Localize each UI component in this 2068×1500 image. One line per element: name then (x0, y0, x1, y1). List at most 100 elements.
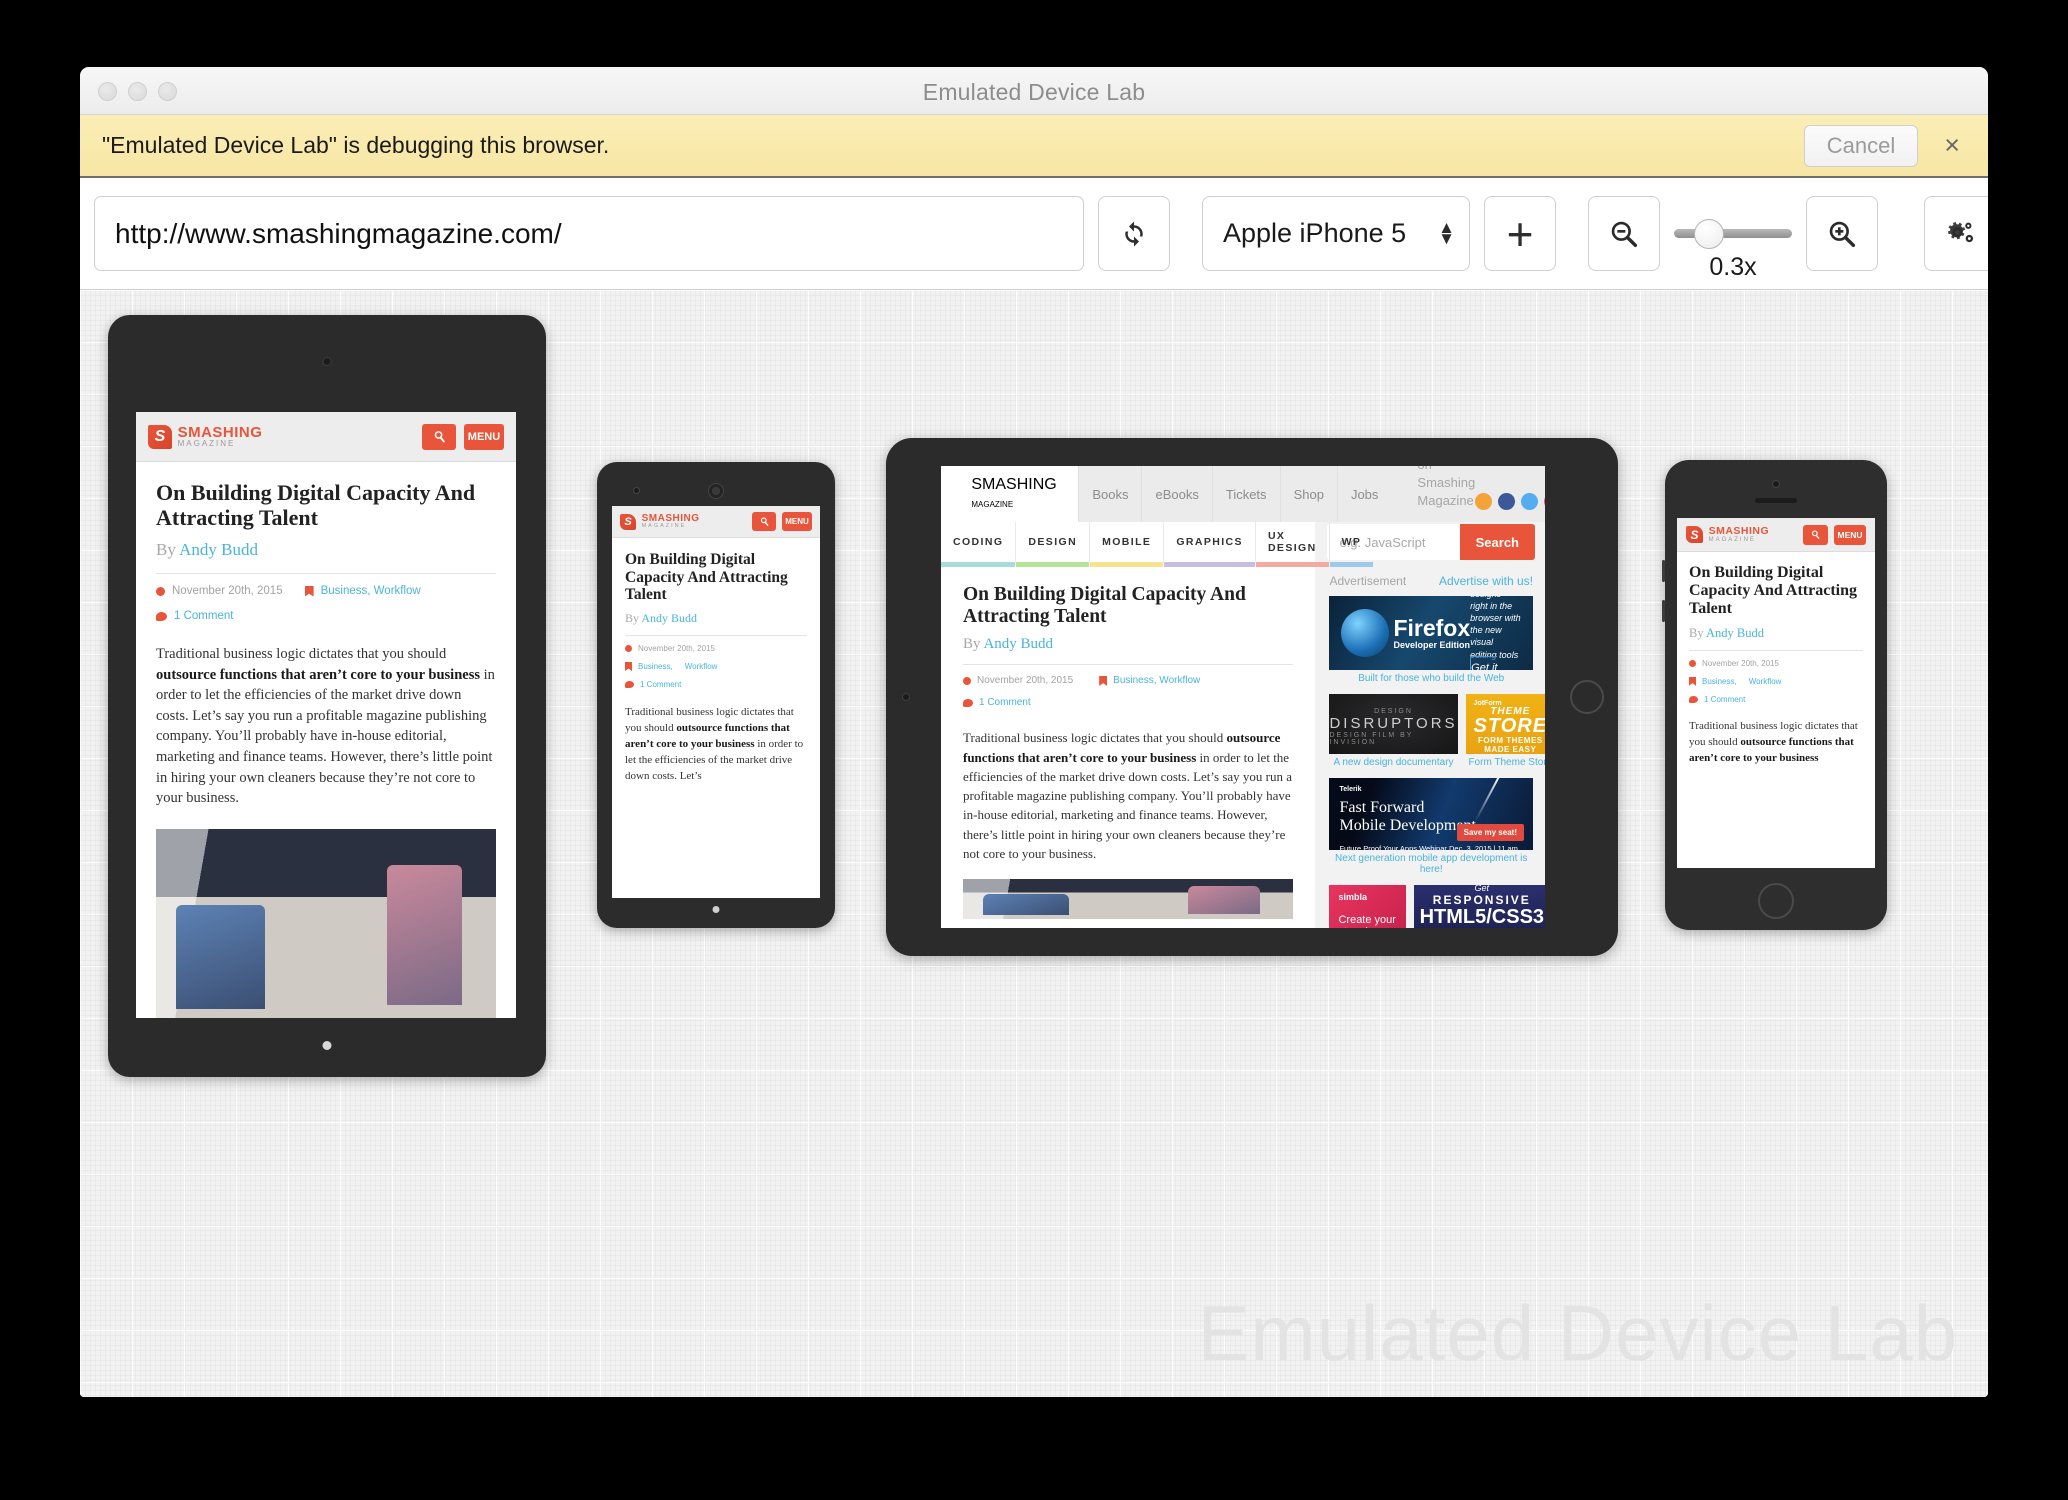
category-wp[interactable]: WP (1328, 522, 1374, 567)
site-logo[interactable]: SMASHING MAGAZINE (620, 513, 700, 530)
byline-author-link[interactable]: Andy Budd (179, 540, 258, 559)
site-logo[interactable]: SMASHING MAGAZINE (1686, 526, 1769, 543)
device-tablet-ipad-portrait[interactable]: SMASHING MAGAZINE Books eBooks Tickets S… (886, 438, 1618, 956)
device-screen[interactable]: SMASHING MAGAZINE MENU (136, 412, 516, 1018)
nav-item-shop[interactable]: Shop (1279, 466, 1337, 522)
device-volume-up-button[interactable] (1662, 600, 1665, 622)
article-category-2[interactable]: Workflow (1749, 677, 1782, 686)
device-home-button[interactable] (1758, 883, 1794, 919)
close-icon[interactable]: × (1938, 132, 1966, 159)
article-categories-text: Business, Workflow (320, 585, 421, 598)
site-logo[interactable]: SMASHING MAGAZINE (941, 466, 1079, 522)
nav-item-tickets[interactable]: Tickets (1211, 466, 1280, 522)
ad-firefox-caption[interactable]: Built for those who build the Web (1329, 673, 1533, 684)
paragraph-part-c: in order to let the efficiencies of the … (156, 666, 495, 807)
ad-telerik-fast-forward[interactable]: Telerik Fast Forward Mobile Development … (1329, 778, 1533, 850)
ad-jotform-theme-store[interactable]: JotForm THEME STORE FORM THEMES MADE EAS… (1465, 694, 1545, 754)
device-phone-iphone5-portrait[interactable]: SMASHING MAGAZINE MENU (1662, 460, 1887, 930)
ad-html5-css3-coded[interactable]: Get RESPONSIVE HTML5/CSS3 CODED BY PROS! (1413, 883, 1545, 928)
logo-word-magazine: MAGAZINE (177, 439, 236, 448)
site-search-button[interactable] (1803, 524, 1828, 545)
url-input[interactable]: http://www.smashingmagazine.com/ (94, 196, 1084, 271)
ad-telerik-cta[interactable]: Save my seat! (1456, 824, 1524, 841)
device-canvas[interactable]: SMASHING MAGAZINE MENU (80, 290, 1988, 1397)
category-ux-design[interactable]: UX DESIGN (1254, 522, 1329, 567)
advertise-with-us-link[interactable]: Advertise with us! (1439, 574, 1533, 588)
site-menu-button[interactable]: MENU (1834, 524, 1866, 545)
byline-author-link[interactable]: Andy Budd (641, 611, 697, 625)
settings-button[interactable] (1924, 196, 1988, 271)
comment-icon (625, 680, 634, 688)
category-underline (1255, 562, 1329, 567)
ad-firefox-copy: Perfect your designs right in the browse… (1470, 596, 1521, 660)
site-search-button[interactable] (752, 512, 776, 531)
ad-simbla-responsive[interactable]: simbla Create your stunning responsive w… (1329, 885, 1406, 928)
zoom-slider[interactable]: 0.3x (1674, 219, 1792, 281)
site-search-submit[interactable]: Search (1459, 524, 1535, 560)
zoom-out-button[interactable] (1588, 196, 1660, 271)
article-category-2[interactable]: Workflow (685, 662, 718, 671)
device-screen[interactable]: SMASHING MAGAZINE MENU (1677, 518, 1875, 868)
ad-telerik-brand: Telerik (1339, 786, 1362, 793)
ad-jotform-caption[interactable]: Form Theme Store (1466, 757, 1545, 768)
nav-item-ebooks[interactable]: eBooks (1141, 466, 1211, 522)
device-tablet-android-portrait[interactable]: SMASHING MAGAZINE MENU (108, 315, 546, 1077)
ad-disruptors-title: DISRUPTORS (1329, 714, 1458, 732)
site-menu-button[interactable]: MENU (464, 423, 504, 450)
article-categories[interactable]: Business, Workflow (304, 585, 421, 598)
facebook-icon[interactable] (1498, 493, 1516, 510)
article-comments[interactable]: 1 Comment (963, 697, 1031, 708)
article-comments-text: 1 Comment (979, 697, 1031, 709)
device-phone-android-portrait[interactable]: SMASHING MAGAZINE MENU (597, 462, 835, 928)
rss-icon[interactable] (1475, 493, 1493, 510)
article-comments[interactable]: 1 Comment (625, 680, 681, 689)
article-title: On Building Digital Capacity And Attract… (963, 584, 1246, 628)
smashing-cat-icon (148, 424, 172, 449)
article-categories[interactable]: Business, Workflow (1099, 675, 1200, 686)
ad-jotform-title-main: STORE (1473, 714, 1545, 737)
byline-author-link[interactable]: Andy Budd (1706, 626, 1764, 640)
ad-telerik-caption[interactable]: Next generation mobile app development i… (1329, 853, 1533, 875)
article-category-1[interactable]: Business, (1689, 676, 1737, 686)
device-side-button[interactable] (1662, 560, 1665, 582)
article-byline: By Andy Budd (156, 540, 496, 560)
device-select[interactable]: Apple iPhone 5 ▲ ▼ (1202, 196, 1470, 271)
category-design[interactable]: DESIGN (1015, 522, 1090, 567)
byline-author-link[interactable]: Andy Budd (983, 636, 1053, 652)
article-comments[interactable]: 1 Comment (1689, 695, 1745, 704)
ad-design-disruptors[interactable]: DESIGN DISRUPTORS DESIGN FILM BY INVISIO… (1329, 694, 1458, 754)
stepper-icon[interactable]: ▲ ▼ (1438, 219, 1455, 247)
site-logo[interactable]: SMASHING MAGAZINE (148, 424, 262, 449)
device-home-button[interactable] (1570, 680, 1604, 714)
site-menu-button[interactable]: MENU (782, 512, 812, 531)
zoom-slider-handle[interactable] (1694, 219, 1724, 249)
cancel-button[interactable]: Cancel (1803, 124, 1919, 167)
ad-disruptors-caption[interactable]: A new design documentary (1329, 757, 1457, 768)
article-column: On Building Digital Capacity And Attract… (941, 562, 1316, 928)
category-mobile[interactable]: MOBILE (1089, 522, 1164, 567)
twitter-icon[interactable] (1521, 493, 1539, 510)
reload-button[interactable] (1098, 196, 1170, 271)
category-coding[interactable]: CODING (941, 522, 1016, 567)
article-category-1[interactable]: Business, (625, 661, 673, 671)
device-home-indicator (712, 906, 720, 913)
nav-item-books[interactable]: Books (1078, 466, 1141, 522)
article-date-text: November 20th, 2015 (638, 643, 715, 653)
ad-firefox-cta[interactable]: Get it now! (1470, 655, 1498, 670)
device-screen[interactable]: SMASHING MAGAZINE Books eBooks Tickets S… (941, 466, 1545, 928)
logo-word-smashing: SMASHING (971, 476, 1057, 493)
add-device-button[interactable]: + (1484, 196, 1556, 271)
category-underline (1329, 562, 1374, 567)
nav-item-jobs[interactable]: Jobs (1336, 466, 1391, 522)
site-search-button[interactable] (422, 423, 456, 450)
site-search-label: Search on Smashing Magazine (1417, 466, 1476, 508)
logo-word-magazine: MAGAZINE (1708, 536, 1756, 543)
dribbble-icon[interactable] (1544, 493, 1545, 510)
ad-firefox-developer-edition[interactable]: Firefox Developer Edition Perfect your d… (1329, 596, 1533, 670)
zoom-in-button[interactable] (1806, 196, 1878, 271)
category-graphics[interactable]: GRAPHICS (1163, 522, 1255, 567)
article-comments[interactable]: 1 Comment (156, 610, 233, 622)
article-meta-row-1: November 20th, 2015 (1689, 659, 1863, 668)
article-meta-row-2: Business, Workflow (1689, 676, 1863, 686)
device-screen[interactable]: SMASHING MAGAZINE MENU (612, 506, 820, 898)
